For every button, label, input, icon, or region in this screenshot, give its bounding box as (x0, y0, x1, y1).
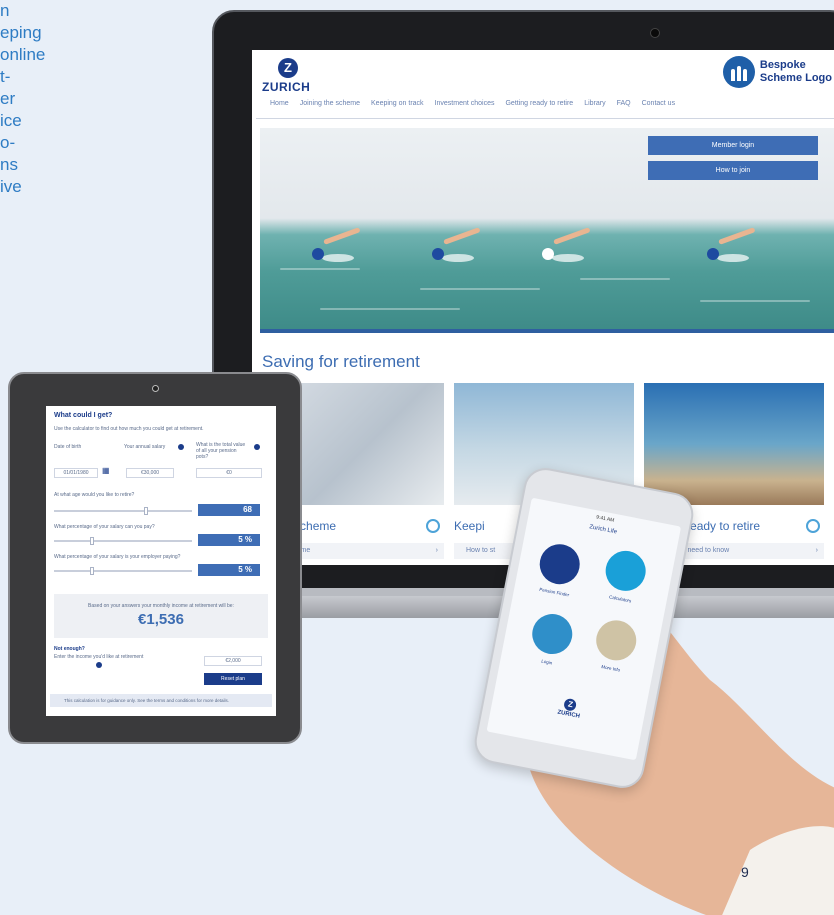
arrow-circle-icon[interactable] (806, 519, 820, 533)
swimmer-image (430, 227, 484, 262)
section-title: Saving for retirement (262, 352, 420, 371)
chevron-right-icon: › (435, 547, 438, 554)
people-icon (722, 56, 755, 88)
bespoke-line1: Bespoke (759, 59, 806, 71)
member-login-button[interactable]: Member login (648, 136, 818, 155)
nav-contact[interactable]: Contact us (642, 100, 675, 107)
footer-text: This calculation is for guidance only. S… (64, 698, 230, 703)
webcam (650, 28, 660, 38)
intro-line: eping (0, 23, 42, 42)
not-enough-label: Not enough? (54, 646, 85, 652)
pension-finder-tile[interactable] (536, 540, 584, 588)
card-link[interactable]: How to st (466, 543, 495, 559)
nav-home[interactable]: Home (270, 100, 289, 107)
result-label: Based on your answers your monthly incom… (88, 603, 234, 609)
how-to-join-button[interactable]: How to join (648, 161, 818, 180)
zurich-mark: Z (278, 58, 298, 78)
swimmer-image (310, 227, 364, 262)
reset-plan-button[interactable]: Reset plan (204, 673, 262, 685)
nav-library[interactable]: Library (584, 100, 605, 107)
intro-line: online (0, 45, 46, 64)
dob-label: Date of birth (54, 444, 82, 450)
nav-getting-ready[interactable]: Getting ready to retire (505, 100, 573, 107)
phone-screen: 9:41 AM Zurich Life Pension Finder Calcu… (486, 497, 682, 761)
phone-zurich-wordmark: ZURICH (556, 709, 581, 720)
phone-zurich-mark: Z (563, 697, 578, 712)
calc-intro: Use the calculator to find out how much … (54, 426, 204, 432)
zurich-wordmark: ZURICH (262, 80, 311, 94)
nav-keeping-on-track[interactable]: Keeping on track (371, 100, 424, 107)
tablet-screen: What could I get? Use the calculator to … (46, 406, 276, 716)
relaxing-image (644, 383, 824, 505)
tile-label: More Info (600, 664, 621, 673)
tablet-camera (152, 385, 159, 392)
intro-line: ive (0, 177, 22, 196)
employer-pays-slider[interactable] (54, 567, 192, 575)
card-title: Keepi (454, 519, 485, 533)
hero-accent-bar (260, 329, 834, 333)
tile-label: Calculators (608, 594, 632, 604)
employer-pays-question: What percentage of your salary is your e… (54, 554, 181, 560)
arrow-circle-icon[interactable] (426, 519, 440, 533)
calc-footer: This calculation is for guidance only. S… (50, 694, 272, 707)
intro-line: n (0, 1, 10, 20)
chevron-right-icon: › (815, 547, 818, 554)
zurich-logo[interactable]: Z ZURICH (262, 58, 316, 94)
hero-banner: Member login How to join (260, 128, 834, 333)
main-nav: Home Joining the scheme Keeping on track… (270, 100, 675, 107)
bespoke-line2: Scheme Logo (759, 72, 832, 84)
pot-label: What is the total value of all your pens… (196, 442, 246, 460)
phone-zurich-logo: Z ZURICH (557, 697, 583, 720)
more-info-tile[interactable] (592, 616, 640, 664)
info-icon[interactable] (178, 444, 184, 450)
info-icon[interactable] (96, 662, 102, 668)
result-panel: Based on your answers your monthly incom… (54, 594, 268, 638)
salary-label: Your annual salary (124, 444, 166, 450)
retire-age-slider[interactable] (54, 507, 192, 515)
you-pay-slider[interactable] (54, 537, 192, 545)
intro-line: ns (0, 155, 18, 174)
site-header: Z ZURICH Bespoke Scheme Logo Home Joinin… (252, 50, 834, 120)
tile-label: Pension Finder (538, 586, 570, 598)
intro-line: er (0, 89, 16, 108)
salary-input[interactable]: €30,000 (126, 468, 174, 478)
employer-pays-value: 5 % (198, 564, 260, 576)
nav-investment-choices[interactable]: Investment choices (435, 100, 495, 107)
tablet-mockup: What could I get? Use the calculator to … (8, 372, 302, 744)
retire-age-question: At what age would you like to retire? (54, 492, 135, 498)
calendar-icon[interactable]: ▦ (102, 466, 110, 475)
intro-line: ice (0, 111, 22, 130)
intro-line: t- (0, 67, 11, 86)
info-icon[interactable] (254, 444, 260, 450)
login-tile[interactable] (528, 610, 576, 658)
intro-text: n eping online t-er ice o-ns ive (0, 0, 90, 198)
page-number: 9 (741, 864, 749, 880)
calculators-tile[interactable] (602, 547, 650, 595)
dob-input[interactable]: 01/01/1980 (54, 468, 98, 478)
nav-divider (256, 118, 834, 119)
swimmer-image (540, 227, 594, 262)
tile-label: Login (540, 658, 553, 666)
target-income-input[interactable]: €2,000 (204, 656, 262, 666)
nav-faq[interactable]: FAQ (617, 100, 631, 107)
result-value: €1,536 (138, 611, 184, 628)
bespoke-scheme-logo: Bespoke Scheme Logo (722, 56, 832, 88)
intro-line: o- (0, 133, 16, 152)
retire-age-value: 68 (198, 504, 260, 516)
nav-joining[interactable]: Joining the scheme (300, 100, 360, 107)
you-pay-value: 5 % (198, 534, 260, 546)
swimmer-image (705, 227, 759, 262)
calc-title: What could I get? (54, 412, 113, 419)
not-enough-text: Enter the income you'd like at retiremen… (54, 654, 144, 660)
you-pay-question: What percentage of your salary can you p… (54, 524, 155, 530)
pot-input[interactable]: €0 (196, 468, 262, 478)
